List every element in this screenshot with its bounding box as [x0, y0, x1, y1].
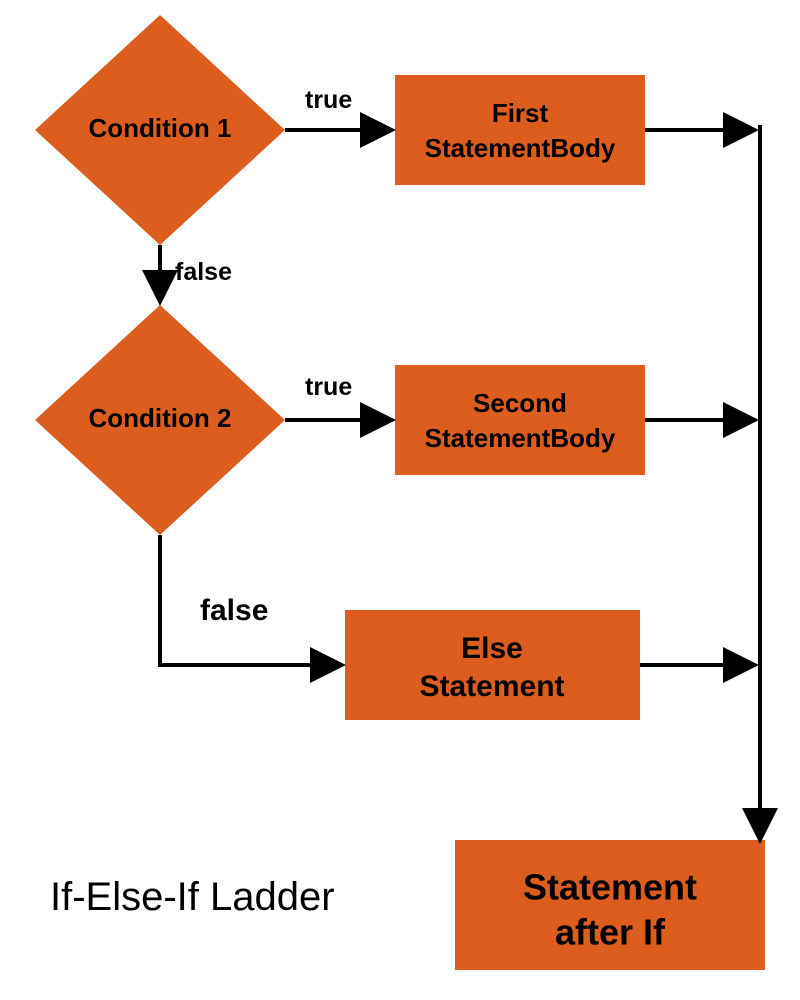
second-body-line2: StatementBody [425, 423, 616, 453]
node-statement-after-if: Statement after If [455, 840, 765, 970]
label-false-2: false [200, 594, 268, 627]
else-line1: Else [461, 632, 523, 665]
label-true-1: true [305, 86, 352, 114]
diagram-title: If-Else-If Ladder [50, 875, 335, 919]
condition-2-label: Condition 2 [89, 403, 232, 433]
node-first-body: First StatementBody [395, 75, 645, 185]
node-condition-1: Condition 1 [35, 15, 285, 245]
node-else: Else Statement [345, 610, 640, 720]
condition-1-label: Condition 1 [89, 113, 232, 143]
node-second-body: Second StatementBody [395, 365, 645, 475]
label-true-2: true [305, 373, 352, 401]
label-false-1: false [175, 258, 232, 286]
node-condition-2: Condition 2 [35, 305, 285, 535]
else-line2: Statement [419, 670, 564, 703]
after-if-line2: after If [555, 912, 666, 953]
second-body-line1: Second [473, 388, 567, 418]
after-if-line1: Statement [523, 867, 697, 908]
first-body-line1: First [492, 98, 549, 128]
first-body-line2: StatementBody [425, 133, 616, 163]
flowchart-if-else-if: Condition 1 First StatementBody Conditio… [0, 0, 800, 1000]
